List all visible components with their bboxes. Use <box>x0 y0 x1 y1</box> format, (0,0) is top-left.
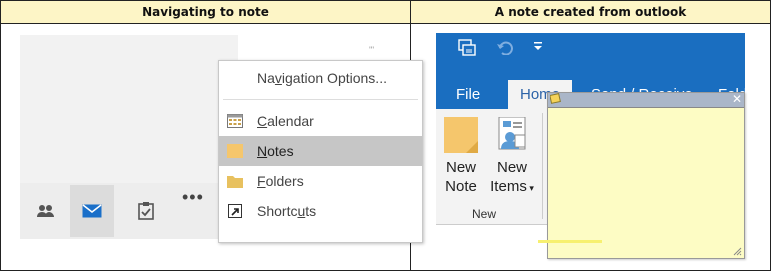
ribbon-group-divider <box>542 113 543 219</box>
navigation-overflow-menu: Navigation Options... Calendar Notes Fol… <box>218 60 423 243</box>
notes-icon <box>227 144 243 158</box>
people-icon <box>37 205 54 217</box>
new-items-label-line1: New <box>496 159 527 176</box>
tasks-icon <box>138 202 154 220</box>
menu-item-shortcuts[interactable]: Shortcuts <box>219 196 422 226</box>
dropdown-arrow-icon <box>534 42 542 50</box>
undo-icon <box>497 41 513 56</box>
navigation-options-label: Navigation Options... <box>257 70 387 86</box>
new-note-button[interactable]: New Note <box>442 117 480 196</box>
left-column-header: Navigating to note <box>1 1 411 24</box>
send-receive-all-button[interactable] <box>458 39 476 61</box>
mail-icon <box>82 204 102 218</box>
resize-grip-icon[interactable] <box>733 247 742 256</box>
new-items-icon <box>498 116 526 150</box>
people-button[interactable] <box>24 185 68 237</box>
menu-item-notes-label: Notes <box>257 143 294 159</box>
shortcut-icon <box>228 204 242 218</box>
send-receive-icon <box>458 39 476 56</box>
note-edge-highlight <box>538 240 602 243</box>
new-note-label-line2: Note <box>445 178 477 195</box>
menu-item-folders[interactable]: Folders <box>219 166 422 196</box>
folder-icon <box>227 176 243 188</box>
note-close-button[interactable]: ✕ <box>731 93 743 106</box>
note-menu-icon[interactable] <box>550 93 561 104</box>
menu-item-shortcuts-label: Shortcuts <box>257 203 317 219</box>
new-note-label-line1: New <box>445 159 476 176</box>
sticky-note-window[interactable]: ✕ <box>538 92 745 259</box>
mail-button[interactable] <box>70 185 114 237</box>
menu-item-calendar[interactable]: Calendar <box>219 106 422 136</box>
new-items-button[interactable]: New Items ▾ <box>486 116 538 198</box>
outlook-navigation-screenshot: ''' ••• Navigation Options... Calendar N… <box>20 35 423 243</box>
sticky-note-icon <box>444 117 478 153</box>
menu-item-notes[interactable]: Notes <box>219 136 422 166</box>
calendar-icon <box>227 114 243 128</box>
tab-file[interactable]: File <box>456 80 480 109</box>
note-title-bar[interactable]: ✕ <box>548 93 744 108</box>
menu-item-calendar-label: Calendar <box>257 113 314 129</box>
new-group-label: New <box>472 207 497 221</box>
pane-ticks: ''' <box>369 45 375 55</box>
menu-separator <box>223 99 418 100</box>
new-items-dropdown-icon: ▾ <box>526 183 534 193</box>
right-column-header: A note created from outlook <box>411 1 770 24</box>
undo-button[interactable] <box>496 39 514 59</box>
menu-item-folders-label: Folders <box>257 173 304 189</box>
customize-qat-button[interactable] <box>534 41 542 54</box>
new-items-label-line2: Items ▾ <box>490 178 534 195</box>
tasks-button[interactable] <box>124 185 168 237</box>
more-options-button[interactable]: ••• <box>182 187 204 208</box>
navigation-options-item[interactable]: Navigation Options... <box>219 63 422 93</box>
